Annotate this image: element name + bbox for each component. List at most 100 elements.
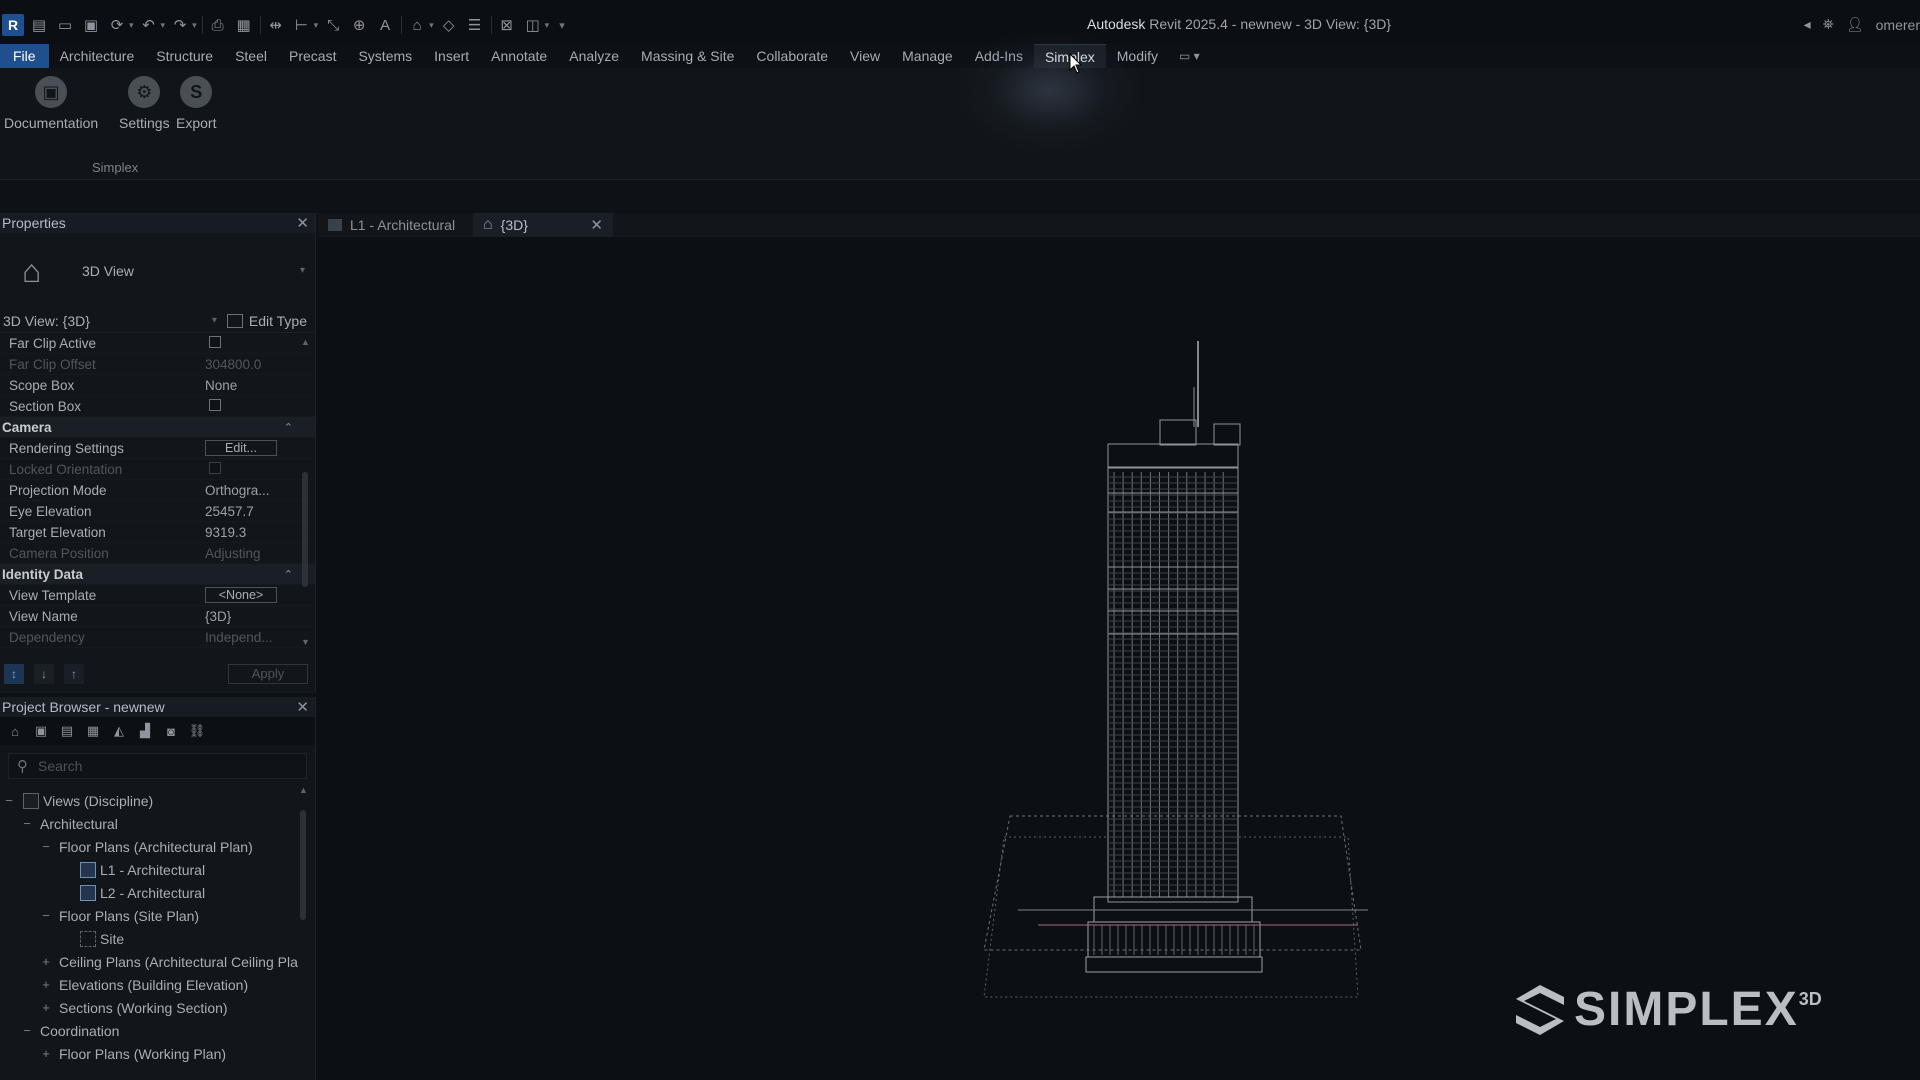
tree-item-floor-plans-working[interactable]: + Floor Plans (Working Plan) bbox=[0, 1042, 315, 1065]
collapse-icon[interactable]: − bbox=[21, 1023, 33, 1038]
tree-item-l1[interactable]: L1 - Architectural bbox=[0, 858, 315, 881]
sheet-icon[interactable]: ▦ bbox=[233, 15, 255, 35]
tab-structure[interactable]: Structure bbox=[145, 44, 224, 68]
scroll-down-icon[interactable]: ▼ bbox=[301, 637, 310, 647]
close-icon[interactable]: ✕ bbox=[296, 698, 309, 716]
open-icon[interactable]: ▭ bbox=[54, 15, 76, 35]
tree-item-views[interactable]: − Views (Discipline) bbox=[0, 789, 315, 812]
save-icon[interactable]: ▣ bbox=[80, 15, 102, 35]
chevron-down-icon[interactable]: ▾ bbox=[212, 315, 217, 326]
expand-icon[interactable]: + bbox=[40, 1000, 52, 1015]
tag-icon[interactable]: ⊕ bbox=[348, 15, 370, 35]
print-icon[interactable]: ⎙ bbox=[207, 15, 229, 35]
scroll-up-icon[interactable]: ▲ bbox=[299, 785, 308, 795]
instance-selector[interactable]: 3D View: {3D} ▾ Edit Type bbox=[0, 309, 315, 333]
search-input[interactable] bbox=[38, 758, 278, 774]
measure-icon[interactable]: ⇹ bbox=[265, 15, 287, 35]
collapse-icon[interactable]: ⌃ bbox=[205, 568, 315, 581]
tree-item-floor-plans-site[interactable]: − Floor Plans (Site Plan) bbox=[0, 904, 315, 927]
chevron-down-icon[interactable]: ▾ bbox=[545, 20, 550, 31]
tab-steel[interactable]: Steel bbox=[224, 44, 278, 68]
view-tab-l1-architectural[interactable]: L1 - Architectural bbox=[318, 213, 473, 237]
tree-item-elevations[interactable]: + Elevations (Building Elevation) bbox=[0, 973, 315, 996]
apply-button[interactable]: Apply bbox=[228, 664, 308, 684]
chevron-down-icon[interactable]: ▾ bbox=[192, 20, 197, 31]
collapse-icon[interactable]: − bbox=[40, 908, 52, 923]
undo-icon[interactable]: ↶ bbox=[138, 15, 160, 35]
group-identity-data[interactable]: Identity Data ⌃ bbox=[0, 564, 315, 585]
expand-icon[interactable]: + bbox=[40, 954, 52, 969]
sort-descending-icon[interactable]: ↑ bbox=[64, 664, 84, 684]
prop-value[interactable]: 9319.3 bbox=[205, 525, 315, 540]
scrollbar-thumb[interactable] bbox=[300, 810, 306, 920]
redo-icon[interactable]: ↷ bbox=[169, 15, 191, 35]
properties-scrollbar[interactable]: ▲ ▼ bbox=[301, 337, 310, 657]
tab-precast[interactable]: Precast bbox=[278, 44, 347, 68]
chevron-down-icon[interactable]: ▾ bbox=[300, 265, 305, 276]
section-icon[interactable]: ◇ bbox=[438, 15, 460, 35]
collapse-icon[interactable]: − bbox=[21, 816, 33, 831]
revit-logo[interactable]: R bbox=[2, 14, 24, 36]
expand-icon[interactable]: + bbox=[40, 977, 52, 992]
legends-icon[interactable]: ▤ bbox=[58, 722, 76, 740]
group-camera[interactable]: Camera ⌃ bbox=[0, 417, 315, 438]
tree-item-architectural[interactable]: − Architectural bbox=[0, 812, 315, 835]
section-box-checkbox[interactable] bbox=[209, 398, 221, 411]
scroll-up-icon[interactable]: ▲ bbox=[301, 337, 310, 347]
tab-annotate[interactable]: Annotate bbox=[480, 44, 558, 68]
properties-title-bar[interactable]: Properties ✕ bbox=[0, 213, 315, 233]
view-template-button[interactable]: <None> bbox=[205, 587, 277, 603]
chevron-down-icon[interactable]: ▾ bbox=[314, 20, 319, 31]
home-icon[interactable]: ▤ bbox=[28, 15, 50, 35]
prop-value[interactable]: None bbox=[205, 378, 315, 393]
sheets-icon[interactable]: ◭ bbox=[110, 722, 128, 740]
export-button[interactable]: S Export bbox=[176, 76, 216, 131]
far-clip-active-checkbox[interactable] bbox=[209, 335, 221, 348]
user-icon[interactable]: 👤︎ bbox=[1846, 16, 1864, 33]
groups-icon[interactable]: ◙ bbox=[162, 722, 180, 740]
close-hidden-icon[interactable]: ⊠ bbox=[496, 15, 518, 35]
tab-massing-site[interactable]: Massing & Site bbox=[630, 44, 745, 68]
prop-value[interactable]: Orthogra... bbox=[205, 483, 315, 498]
chevron-left-icon[interactable]: ◂ bbox=[1804, 16, 1811, 33]
tab-architecture[interactable]: Architecture bbox=[49, 44, 146, 68]
tree-item-sections[interactable]: + Sections (Working Section) bbox=[0, 996, 315, 1019]
edit-type-button[interactable]: ▾ Edit Type bbox=[212, 313, 307, 329]
default-3d-view-icon[interactable]: ⌂ bbox=[406, 15, 428, 35]
project-browser-scrollbar[interactable]: ▲ bbox=[299, 785, 308, 1055]
close-icon[interactable]: ✕ bbox=[296, 214, 309, 232]
scrollbar-thumb[interactable] bbox=[302, 472, 308, 587]
user-name[interactable]: omerer bbox=[1876, 17, 1920, 33]
tab-modify[interactable]: Modify bbox=[1106, 44, 1169, 68]
collapse-icon[interactable]: − bbox=[40, 839, 52, 854]
chevron-down-icon[interactable]: ▾ bbox=[129, 20, 134, 31]
tab-view[interactable]: View bbox=[839, 44, 891, 68]
3d-icon[interactable]: ▣ bbox=[32, 722, 50, 740]
documentation-button[interactable]: ▣ Documentation bbox=[4, 76, 98, 131]
thin-lines-icon[interactable]: ☰ bbox=[464, 15, 486, 35]
chevron-down-icon[interactable]: ▾ bbox=[429, 20, 434, 31]
prop-value[interactable]: {3D} bbox=[205, 609, 315, 624]
schedules-icon[interactable]: ▦ bbox=[84, 722, 102, 740]
sync-icon[interactable]: ⟳ bbox=[106, 15, 128, 35]
chevron-down-icon[interactable]: ▾ bbox=[161, 20, 166, 31]
switch-windows-icon[interactable]: ◫ bbox=[522, 15, 544, 35]
tree-item-site[interactable]: Site bbox=[0, 927, 315, 950]
customize-qat-icon[interactable]: ▾ bbox=[559, 19, 565, 32]
tree-item-ceiling-plans[interactable]: + Ceiling Plans (Architectural Ceiling P… bbox=[0, 950, 315, 973]
type-selector[interactable]: ⌂ 3D View ▾ bbox=[0, 233, 315, 309]
collapse-icon[interactable]: − bbox=[3, 793, 15, 808]
project-browser-title-bar[interactable]: Project Browser - newnew ✕ bbox=[0, 697, 315, 717]
rendering-settings-edit-button[interactable]: Edit... bbox=[205, 440, 277, 456]
prop-value[interactable]: 25457.7 bbox=[205, 504, 315, 519]
tab-collaborate[interactable]: Collaborate bbox=[745, 44, 839, 68]
binoculars-icon[interactable]: ⛯ bbox=[1823, 16, 1834, 33]
tab-analyze[interactable]: Analyze bbox=[558, 44, 630, 68]
settings-button[interactable]: ⚙ Settings bbox=[119, 76, 170, 131]
tree-item-l2[interactable]: L2 - Architectural bbox=[0, 881, 315, 904]
tab-insert[interactable]: Insert bbox=[423, 44, 480, 68]
close-icon[interactable]: ✕ bbox=[590, 216, 603, 234]
tab-manage[interactable]: Manage bbox=[891, 44, 964, 68]
spot-icon[interactable]: ⤡ bbox=[322, 15, 344, 35]
ribbon-options-icon[interactable]: ▭ ▾ bbox=[1169, 49, 1210, 63]
